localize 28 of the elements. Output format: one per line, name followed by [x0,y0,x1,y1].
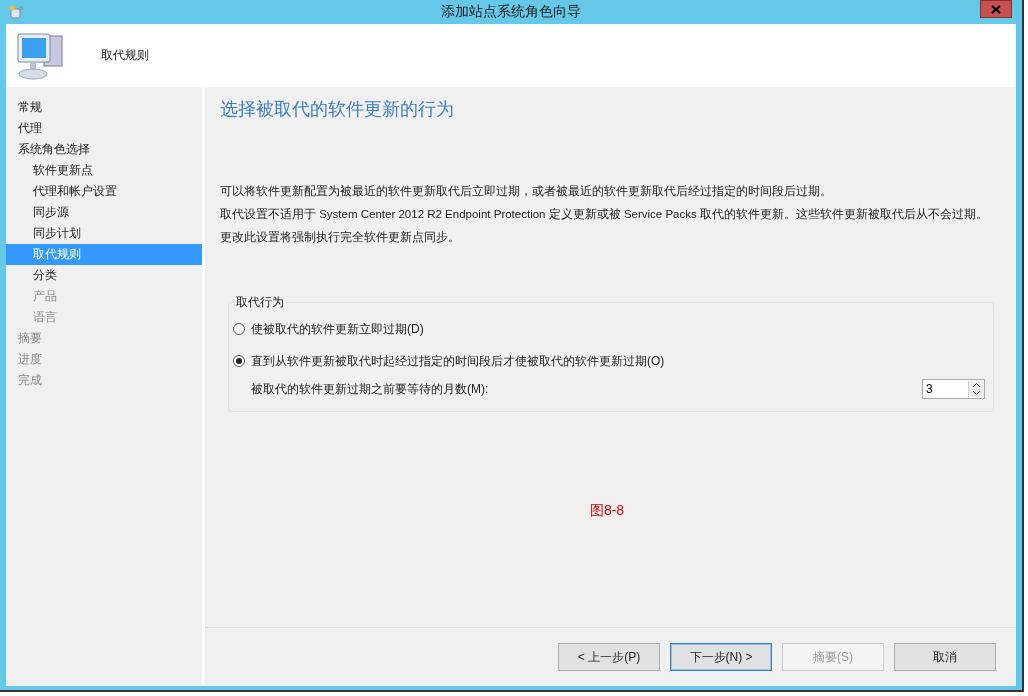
months-label: 被取代的软件更新过期之前要等待的月数(M): [251,380,489,398]
nav-item[interactable]: 同步计划 [6,223,202,244]
wizard-button[interactable]: 取消 [894,643,996,671]
figure-caption: 图8-8 [588,502,626,520]
description-text: 可以将软件更新配置为被最近的软件更新取代后立即过期，或者被最近的软件更新取代后经过指定的时间段后过期。 [220,185,833,198]
wizard-button[interactable]: < 上一步(P) [558,643,660,671]
description-text: 更改此设置将强制执行完全软件更新点同步。 [220,231,461,244]
section-heading: 选择被取代的软件更新的行为 [220,98,455,121]
radio-button[interactable] [233,323,245,335]
months-spinner[interactable]: 3 [922,379,985,399]
nav-item[interactable]: 同步源 [6,202,202,223]
close-button[interactable] [980,0,1012,18]
page-title: 取代规则 [101,47,149,64]
wizard-button[interactable]: 下一步(N) > [670,643,772,671]
nav-item[interactable]: 分类 [6,265,202,286]
option-label[interactable]: 使被取代的软件更新立即过期(D) [251,320,424,338]
nav-item[interactable]: 代理和帐户设置 [6,181,202,202]
nav-item[interactable]: 系统角色选择 [6,139,202,160]
radio-button[interactable] [233,355,245,367]
nav-item[interactable]: 代理 [6,118,202,139]
group-title: 取代行为 [234,294,286,311]
app-icon [8,4,24,20]
nav-item[interactable]: 常规 [6,97,202,118]
close-icon [991,4,1001,14]
nav-item[interactable]: 软件更新点 [6,160,202,181]
window-title: 添加站点系统角色向导 [441,3,581,21]
description-text: 取代设置不适用于 System Center 2012 R2 Endpoint Protection 定义更新或被 Service Packs 取代的软件更新。这些软件更新被取代后从不会过期。 [220,208,989,221]
option-label[interactable]: 直到从软件更新被取代时起经过指定的时间段后才使被取代的软件更新过期(O) [251,352,665,370]
